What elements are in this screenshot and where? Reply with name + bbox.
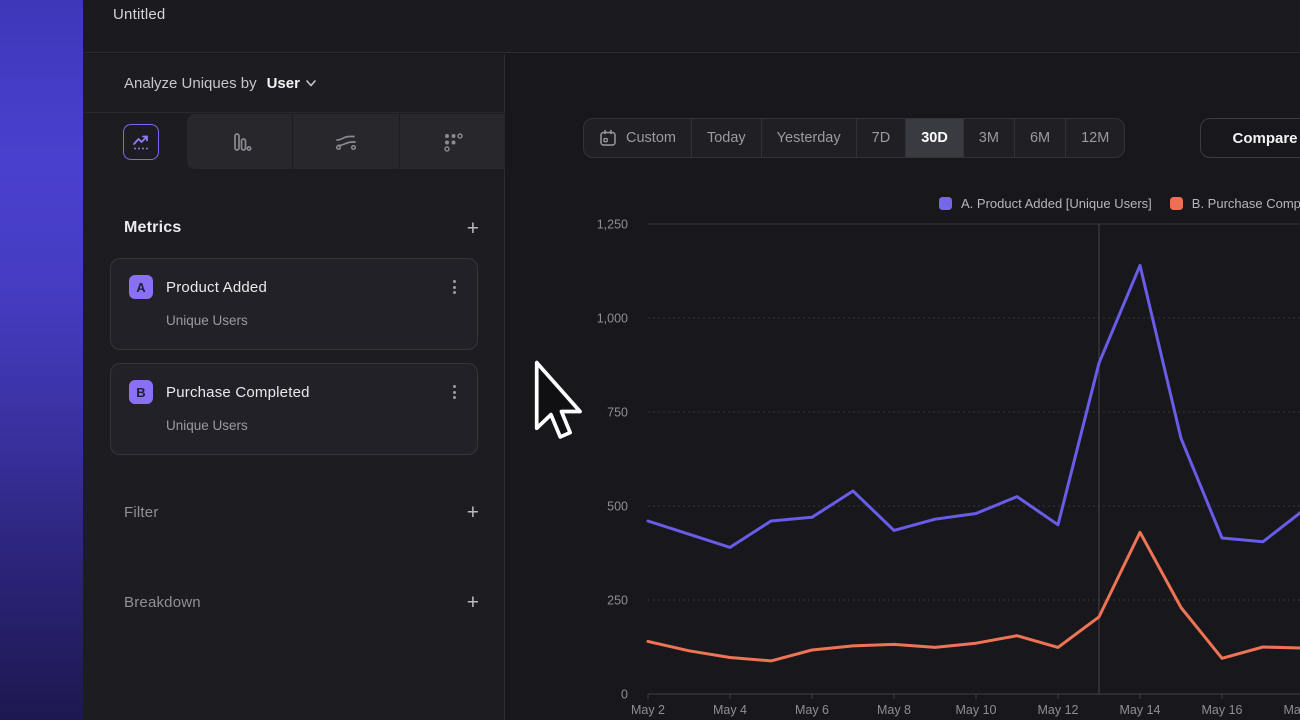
- filter-section: Filter +: [83, 497, 505, 527]
- range-label: 30D: [921, 130, 948, 146]
- metrics-section-header: Metrics +: [83, 212, 505, 244]
- range-3m-button[interactable]: 3M: [963, 119, 1014, 157]
- metric-card-a[interactable]: A Product Added Unique Users: [110, 258, 478, 350]
- tab-bar-chart[interactable]: [187, 114, 292, 169]
- range-label: 7D: [872, 130, 891, 146]
- svg-text:May 14: May 14: [1120, 703, 1161, 717]
- legend-item-b[interactable]: B. Purchase Completed [Unique Users]: [1170, 196, 1300, 211]
- metric-card-b[interactable]: B Purchase Completed Unique Users: [110, 363, 478, 455]
- analyze-by-dropdown[interactable]: User: [267, 75, 316, 92]
- svg-text:500: 500: [607, 500, 628, 514]
- metric-row: B Purchase Completed: [129, 380, 310, 404]
- range-7d-button[interactable]: 7D: [856, 119, 906, 157]
- line-chart-icon: [130, 131, 152, 153]
- tab-line-chart[interactable]: [123, 124, 159, 160]
- range-label: 3M: [979, 130, 999, 146]
- svg-text:May 12: May 12: [1038, 703, 1079, 717]
- chart-panel: Custom Today Yesterday 7D 30D 3M 6M 12M …: [506, 54, 1300, 720]
- metric-options-button[interactable]: [445, 277, 463, 297]
- range-yesterday-button[interactable]: Yesterday: [761, 119, 856, 157]
- add-filter-button[interactable]: +: [467, 502, 479, 523]
- range-30d-button[interactable]: 30D: [905, 119, 963, 157]
- legend-swatch-b: [1170, 197, 1183, 210]
- chart-type-tab-group: [187, 114, 505, 169]
- analyze-label: Analyze Uniques by: [124, 75, 257, 92]
- header: Untitled: [83, 0, 1300, 53]
- range-label: 6M: [1030, 130, 1050, 146]
- compare-button[interactable]: Compare: [1200, 118, 1300, 158]
- filter-label: Filter: [124, 504, 467, 521]
- date-range-group: Custom Today Yesterday 7D 30D 3M 6M 12M: [583, 118, 1125, 158]
- metric-measure[interactable]: Unique Users: [166, 418, 248, 433]
- svg-text:May 18: May 18: [1284, 703, 1300, 717]
- svg-text:250: 250: [607, 594, 628, 608]
- range-label: Yesterday: [777, 130, 841, 146]
- analyze-by-value: User: [267, 75, 300, 92]
- svg-text:May 16: May 16: [1202, 703, 1243, 717]
- query-sidebar: Analyze Uniques by User: [83, 54, 505, 720]
- range-6m-button[interactable]: 6M: [1014, 119, 1065, 157]
- svg-text:May 8: May 8: [877, 703, 911, 717]
- metric-options-button[interactable]: [445, 382, 463, 402]
- app-window: Untitled Analyze Uniques by User: [0, 0, 1300, 720]
- legend-swatch-a: [939, 197, 952, 210]
- svg-text:May 10: May 10: [956, 703, 997, 717]
- svg-text:750: 750: [607, 406, 628, 420]
- range-today-button[interactable]: Today: [691, 119, 761, 157]
- metric-badge-b: B: [129, 380, 153, 404]
- add-breakdown-button[interactable]: +: [467, 592, 479, 613]
- range-label: Today: [707, 130, 746, 146]
- range-custom-button[interactable]: Custom: [584, 119, 691, 157]
- range-12m-button[interactable]: 12M: [1065, 119, 1124, 157]
- report-title[interactable]: Untitled: [113, 6, 165, 23]
- add-metric-button[interactable]: +: [467, 218, 479, 239]
- chevron-down-icon: [306, 80, 316, 87]
- metric-measure[interactable]: Unique Users: [166, 313, 248, 328]
- bar-chart-icon: [227, 129, 253, 155]
- metric-row: A Product Added: [129, 275, 267, 299]
- legend-label: B. Purchase Completed [Unique Users]: [1192, 196, 1300, 211]
- range-label: Custom: [626, 130, 676, 146]
- breakdown-label: Breakdown: [124, 594, 467, 611]
- metric-name: Purchase Completed: [166, 384, 310, 401]
- grid-dots-icon: [439, 129, 465, 155]
- chart-type-tabs: [83, 113, 505, 170]
- svg-text:0: 0: [621, 688, 628, 702]
- svg-text:May 6: May 6: [795, 703, 829, 717]
- calendar-icon: [599, 129, 617, 147]
- metric-name: Product Added: [166, 279, 267, 296]
- desktop-gradient-strip: [0, 0, 83, 720]
- range-label: 12M: [1081, 130, 1109, 146]
- svg-text:1,000: 1,000: [597, 312, 628, 326]
- metric-badge-a: A: [129, 275, 153, 299]
- svg-text:May 4: May 4: [713, 703, 747, 717]
- analyze-row: Analyze Uniques by User: [83, 54, 505, 113]
- metrics-title: Metrics: [124, 219, 467, 237]
- tab-grid-metrics[interactable]: [399, 114, 505, 169]
- flow-chart-icon: [332, 128, 360, 156]
- line-chart[interactable]: 0 250 500 750 1,000 1,250 May 2 May 4 May 6 May 8…: [540, 210, 1300, 720]
- svg-text:1,250: 1,250: [597, 218, 628, 232]
- tab-flow-chart[interactable]: [292, 114, 398, 169]
- legend-item-a[interactable]: A. Product Added [Unique Users]: [939, 196, 1152, 211]
- legend-label: A. Product Added [Unique Users]: [961, 196, 1152, 211]
- breakdown-section: Breakdown +: [83, 587, 505, 617]
- svg-text:May 2: May 2: [631, 703, 665, 717]
